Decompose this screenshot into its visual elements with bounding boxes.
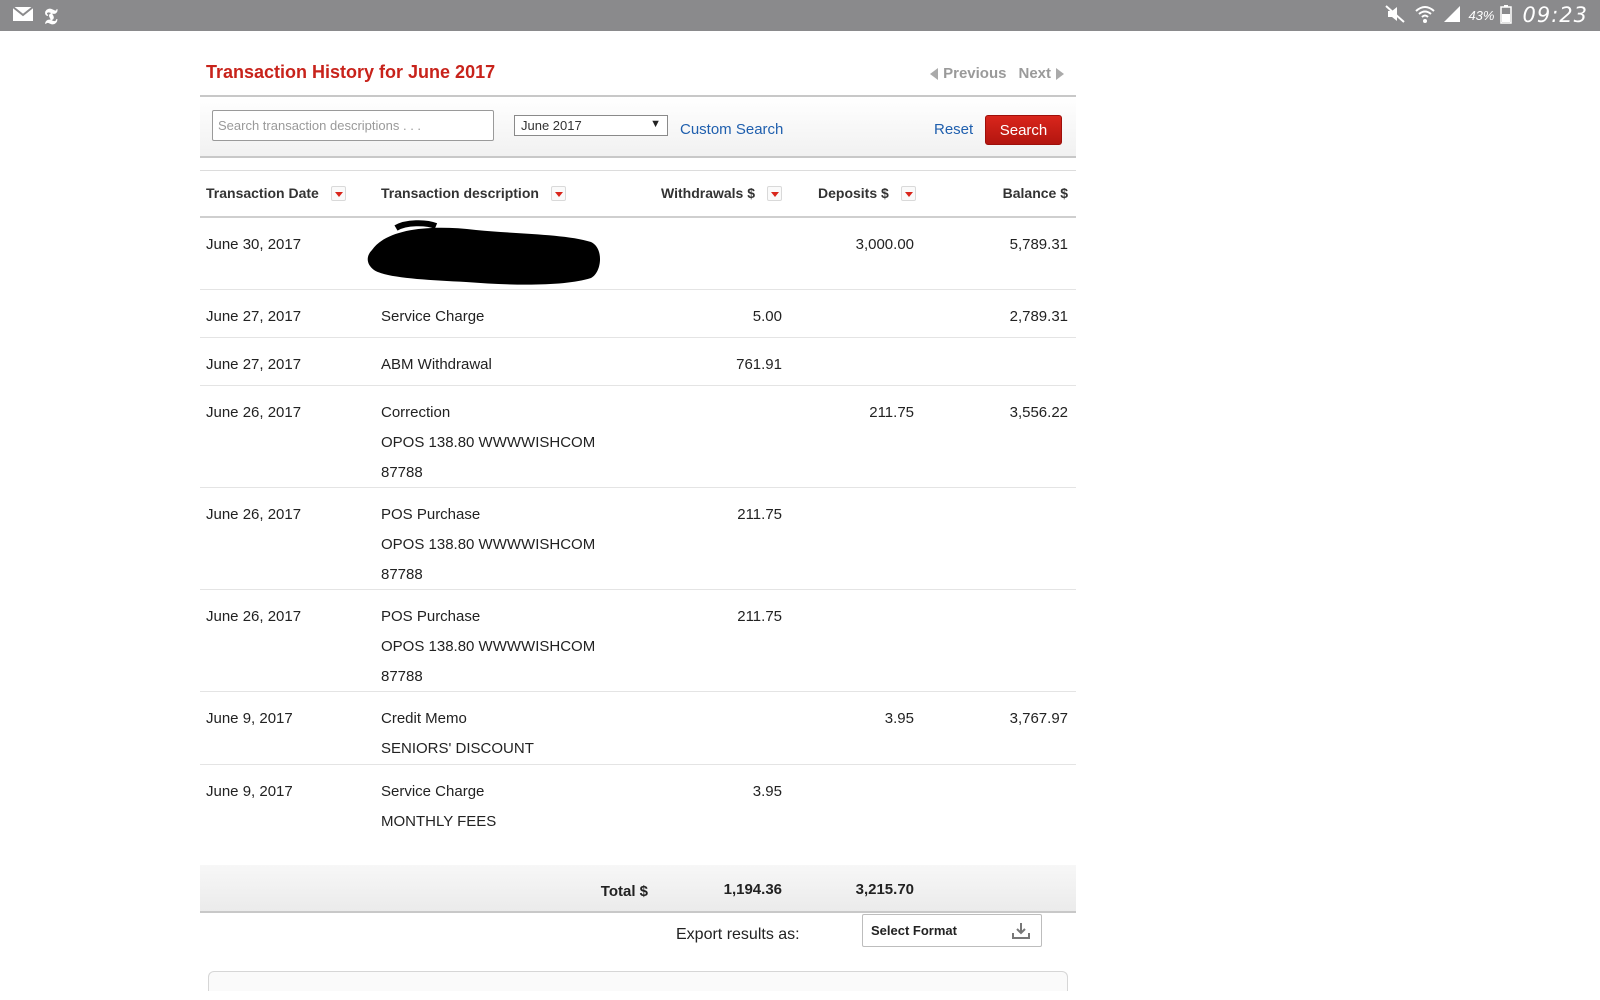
search-input[interactable]	[212, 110, 494, 141]
custom-search-link[interactable]: Custom Search	[680, 121, 783, 138]
row-balance: 3,556.22	[1009, 404, 1068, 421]
row-description: POS Purchase OPOS 138.80 WWWWISHCOM 8778…	[381, 602, 595, 692]
row-date: June 9, 2017	[206, 710, 293, 727]
description-line: 87788	[381, 668, 423, 685]
month-select[interactable]: June 2017 ▼	[514, 115, 668, 136]
bottom-panel-edge	[208, 971, 1068, 991]
row-date: June 9, 2017	[206, 783, 293, 800]
row-deposit: 211.75	[869, 404, 914, 421]
wifi-icon	[1414, 4, 1436, 27]
row-balance: 3,767.97	[1009, 710, 1068, 727]
table-row: June 26, 2017 POS Purchase OPOS 138.80 W…	[200, 590, 1076, 692]
description-line: 87788	[381, 464, 423, 481]
row-deposit: 3,000.00	[855, 236, 914, 253]
row-date: June 27, 2017	[206, 308, 302, 325]
export-select-label: Select Format	[871, 923, 957, 938]
page-title: Transaction History for June 2017	[206, 62, 496, 82]
chevron-right-icon	[1056, 67, 1064, 80]
column-header-description[interactable]: Transaction description	[381, 185, 566, 201]
search-button[interactable]: Search	[985, 115, 1062, 145]
description-line: 87788	[381, 566, 423, 583]
status-bar: 𝕿 43% 09:23	[0, 0, 1600, 31]
next-button[interactable]: Next	[1018, 65, 1064, 82]
table-row: June 9, 2017 Service Charge MONTHLY FEES…	[200, 765, 1076, 865]
column-label: Transaction Date	[206, 185, 319, 201]
table-row: June 9, 2017 Credit Memo SENIORS' DISCOU…	[200, 692, 1076, 765]
column-header-deposits[interactable]: Deposits $	[818, 185, 916, 201]
row-description: Service Charge	[381, 308, 485, 325]
table-row: June 27, 2017 ABM Withdrawal 761.91	[200, 338, 1076, 386]
description-line: POS Purchase	[381, 506, 481, 523]
column-header-date[interactable]: Transaction Date	[206, 185, 346, 201]
totals-label: Total $	[600, 883, 648, 900]
table-row: June 27, 2017 Service Charge 5.00 2,789.…	[200, 290, 1076, 338]
pager: Previous Next	[930, 65, 1064, 82]
search-bar: June 2017 ▼ Custom Search Reset Search	[200, 95, 1076, 158]
description-line: Correction	[381, 404, 451, 421]
column-label: Balance $	[1002, 185, 1068, 201]
row-withdrawal: 211.75	[737, 608, 782, 625]
table-header: Transaction Date Transaction description…	[200, 170, 1076, 218]
clock: 09:23	[1522, 3, 1588, 27]
total-deposits: 3,215.70	[855, 881, 914, 898]
caret-down-icon: ▼	[650, 118, 661, 130]
description-line: SENIORS' DISCOUNT	[381, 740, 534, 757]
table-row: June 30, 2017 3,000.00 5,789.31	[200, 218, 1076, 290]
mute-icon	[1382, 4, 1408, 27]
sort-icon[interactable]	[900, 185, 916, 201]
row-description: ABM Withdrawal	[381, 356, 492, 373]
description-line: OPOS 138.80 WWWWISHCOM	[381, 434, 596, 451]
export-format-select[interactable]: Select Format	[862, 914, 1042, 947]
column-label: Transaction description	[381, 185, 539, 201]
row-description: POS Purchase OPOS 138.80 WWWWISHCOM 8778…	[381, 500, 595, 590]
row-date: June 30, 2017	[206, 236, 302, 253]
row-description: Credit Memo SENIORS' DISCOUNT	[381, 704, 534, 764]
row-date: June 26, 2017	[206, 608, 302, 625]
row-date: June 26, 2017	[206, 506, 302, 523]
description-line: POS Purchase	[381, 608, 481, 625]
totals-row: Total $ 1,194.36 3,215.70	[200, 865, 1076, 913]
description-line: Credit Memo	[381, 710, 467, 727]
row-balance: 5,789.31	[1009, 236, 1068, 253]
total-withdrawals: 1,194.36	[723, 881, 782, 898]
column-header-withdrawals[interactable]: Withdrawals $	[661, 185, 783, 201]
sort-icon[interactable]	[767, 185, 783, 201]
signal-icon	[1442, 4, 1462, 27]
previous-button[interactable]: Previous	[930, 65, 1006, 82]
next-label: Next	[1018, 65, 1051, 82]
chevron-left-icon	[930, 67, 939, 80]
row-balance: 2,789.31	[1009, 308, 1068, 325]
row-description: Correction OPOS 138.80 WWWWISHCOM 87788	[381, 398, 595, 488]
redaction-scribble	[367, 220, 601, 285]
previous-label: Previous	[943, 65, 1007, 82]
sort-icon[interactable]	[330, 185, 346, 201]
row-withdrawal: 211.75	[737, 506, 782, 523]
battery-icon	[1500, 4, 1513, 27]
table-row: June 26, 2017 POS Purchase OPOS 138.80 W…	[200, 488, 1076, 590]
sort-icon[interactable]	[550, 185, 566, 201]
row-deposit: 3.95	[884, 710, 914, 727]
transaction-panel: Transaction History for June 2017 Previo…	[200, 31, 1076, 1000]
description-line: Service Charge	[381, 783, 485, 800]
description-line: OPOS 138.80 WWWWISHCOM	[381, 536, 596, 553]
nyt-icon: 𝕿	[44, 3, 58, 30]
export-label: Export results as:	[676, 926, 800, 943]
table-row: June 26, 2017 Correction OPOS 138.80 WWW…	[200, 386, 1076, 488]
download-icon	[1011, 922, 1031, 943]
row-withdrawal: 3.95	[752, 783, 782, 800]
row-description: Service Charge MONTHLY FEES	[381, 777, 496, 837]
description-line: OPOS 138.80 WWWWISHCOM	[381, 638, 596, 655]
column-header-balance: Balance $	[1003, 185, 1068, 201]
column-label: Deposits $	[818, 185, 889, 201]
reset-link[interactable]: Reset	[934, 121, 973, 138]
mail-icon	[12, 5, 34, 28]
column-label: Withdrawals $	[661, 185, 756, 201]
row-date: June 26, 2017	[206, 404, 302, 421]
month-select-value: June 2017	[521, 118, 582, 133]
description-line: MONTHLY FEES	[381, 813, 497, 830]
row-withdrawal: 5.00	[752, 308, 782, 325]
battery-percent: 43%	[1468, 7, 1495, 23]
row-date: June 27, 2017	[206, 356, 302, 373]
row-withdrawal: 761.91	[736, 356, 782, 373]
